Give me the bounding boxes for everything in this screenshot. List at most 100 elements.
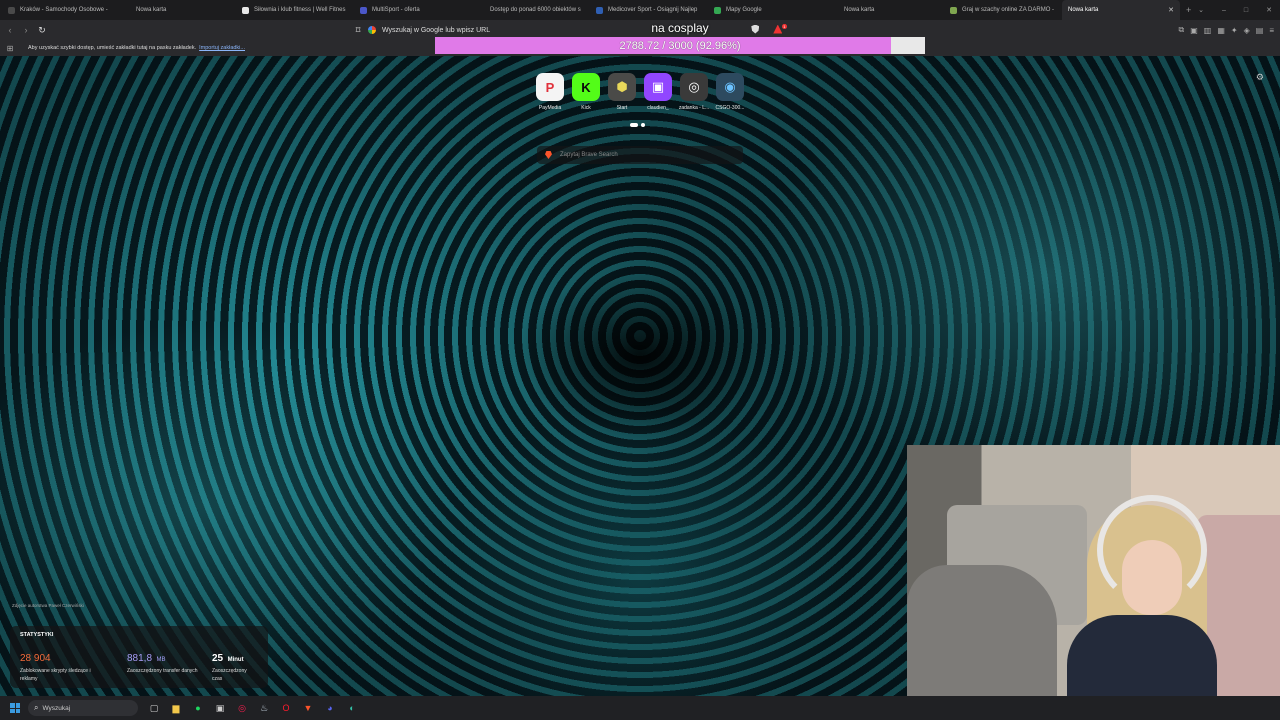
opera-gx-icon[interactable]: ◎ [234,700,250,716]
top-site-twitch[interactable]: ▣ claudien_ [640,73,676,111]
taskbar-search[interactable]: ⌕ Wyszukaj [28,700,138,716]
top-site-label: claudien_ [647,105,669,111]
stats-header: STATYSTYKI [20,632,54,638]
tab-0[interactable]: Kraków - Samochody Osobowe - [0,0,118,20]
extensions-icon[interactable]: ⧉ [1179,25,1185,35]
top-site-paymedia[interactable]: P PayMedia [532,73,568,111]
tab-favicon [832,6,839,14]
tab-title: Graj w szachy online ZA DARMO - [962,7,1055,13]
split-view-icon[interactable]: ▦ [1217,26,1225,35]
stat-description: Zablokowane skrypty śledzące i reklamy [20,668,91,682]
tab-active[interactable]: Nowa karta ✕ [1062,0,1180,20]
tab-title: Medicover Sport - Osiągnij Najlep [608,7,698,13]
top-site-csgo[interactable]: ◉ CSGO-300... [712,73,748,111]
page-dot[interactable] [641,123,645,127]
stat-description: Zaoszczędzony czas [212,668,247,682]
opera-icon[interactable]: O [278,700,294,716]
photo-credit[interactable]: Zdjęcie autorstwa Paweł Czerwiński [12,603,84,608]
paymedia-icon: P [536,73,564,101]
close-button[interactable]: ✕ [1266,6,1272,14]
top-site-start[interactable]: ⬢ Start [604,73,640,111]
apps-grid-icon[interactable]: ⊞ [0,44,20,53]
tab-favicon [950,6,957,14]
top-site-kick[interactable]: K Kick [568,73,604,111]
google-icon [368,26,376,34]
donation-goal-progress-text: 2788.72 / 3000 (92.96%) [619,39,741,52]
stats-widget: STATYSTYKI 28 904 Zablokowane skrypty śl… [10,626,268,688]
bookmark-icon[interactable]: ⌑ [350,22,366,38]
discord-icon[interactable]: ◕ [322,700,338,716]
top-site-label: zadanka - L... [678,105,710,111]
tab-1[interactable]: Nowa karta [118,0,236,20]
tab-title: Dostęp do ponad 6000 obiektów s [490,7,581,13]
tab-strip: Kraków - Samochody Osobowe - Nowa karta … [0,0,1280,20]
tab-7[interactable]: Nowa karta [826,0,944,20]
taskbar-apps: ▢ ▆ ● ▣ ◎ ♨ O ▼ ◕ ◐ [146,700,360,716]
donation-goal-progress: 2788.72 / 3000 (92.96%) [435,37,925,54]
spotify-icon[interactable]: ● [190,700,206,716]
customize-gear-icon[interactable]: ⚙ [1256,72,1264,83]
tab-6[interactable]: Mapy Google [708,0,826,20]
import-bookmarks-link[interactable]: Importuj zakładki... [199,45,245,51]
extension-puzzle-icon[interactable]: ✦ [1231,26,1238,35]
tab-title: Siłownia i klub fitness | Well Fitnes [254,7,346,13]
forward-button[interactable]: › [18,22,34,38]
vpn-icon[interactable]: ◈ [1244,26,1250,35]
screenshot-icon[interactable]: ▣ [1190,26,1198,35]
file-explorer-icon[interactable]: ▆ [168,700,184,716]
tab-favicon [714,6,721,14]
address-placeholder: Wyszukaj w Google lub wpisz URL [382,26,491,34]
tab-title: Nowa karta [136,7,167,13]
brave-lion-icon [545,151,552,159]
tab-4[interactable]: Dostęp do ponad 6000 obiektów s [472,0,590,20]
tab-title: Kraków - Samochody Osobowe - [20,7,108,13]
tab-3[interactable]: MultiSport - oferta [354,0,472,20]
tab-title: Nowa karta [844,7,875,13]
stat-time-saved: 25 Minut Zaoszczędzony czas [212,648,252,683]
top-site-label: PayMedia [538,105,562,111]
minimize-button[interactable]: – [1222,7,1226,14]
menu-icon[interactable]: ≡ [1269,26,1274,35]
steam-icon[interactable]: ♨ [256,700,272,716]
taskbar: ⌕ Wyszukaj ▢ ▆ ● ▣ ◎ ♨ O ▼ ◕ ◐ [0,696,1280,720]
webcam-headset [1097,495,1207,605]
tab-favicon [242,6,249,14]
tab-search-icon[interactable]: ⌄ [1198,6,1204,14]
tab-close-icon[interactable]: ✕ [1156,6,1174,14]
top-site-zadanka[interactable]: ◎ zadanka - L... [676,73,712,111]
stat-value: 881,8 [127,653,153,664]
stat-value: 28 904 [20,653,51,664]
tab-8[interactable]: Graj w szachy online ZA DARMO - [944,0,1062,20]
zadanka-icon: ◎ [680,73,708,101]
stat-blocked-trackers: 28 904 Zablokowane skrypty śledzące i re… [20,648,100,683]
reload-button[interactable]: ↻ [34,22,50,38]
toolbar-right: 1 ⧉ ▣ ▥ ▦ ✦ ◈ ▤ ≡ [751,20,1274,40]
new-tab-button[interactable]: + [1180,0,1200,20]
stat-bandwidth-saved: 881,8 MB Zaoszczędzony transfer danych [127,648,207,676]
top-site-label: Kick [581,105,591,111]
edge-icon[interactable]: ◐ [344,700,360,716]
bookmarks-message: Aby uzyskać szybki dostęp, umieść zakład… [28,45,197,51]
store-icon[interactable]: ▣ [212,700,228,716]
top-sites: P PayMedia K Kick ⬢ Start ▣ claudien_ ◎ … [532,73,748,111]
tab-2[interactable]: Siłownia i klub fitness | Well Fitnes [236,0,354,20]
brave-search-input[interactable]: Zapytaj Brave Search [537,146,743,164]
windows-start-icon[interactable] [10,703,20,713]
wallet-icon[interactable]: ▤ [1256,26,1264,35]
brave-icon[interactable]: ▼ [300,700,316,716]
maximize-button[interactable]: □ [1244,7,1248,14]
page-dot-active[interactable] [630,123,638,127]
twitch-icon: ▣ [644,73,672,101]
sidebar-icon[interactable]: ▥ [1204,26,1212,35]
stat-unit: Minut [227,657,244,663]
webcam-feed [907,445,1280,720]
tab-favicon [596,6,603,14]
back-button[interactable]: ‹ [2,22,18,38]
tab-title: Mapy Google [726,7,762,13]
stat-description: Zaoszczędzony transfer danych [127,668,198,674]
tab-5[interactable]: Medicover Sport - Osiągnij Najlep [590,0,708,20]
task-view-icon[interactable]: ▢ [146,700,162,716]
tab-favicon [478,6,485,14]
stat-value: 25 [212,653,224,664]
top-sites-pagination [630,123,645,127]
